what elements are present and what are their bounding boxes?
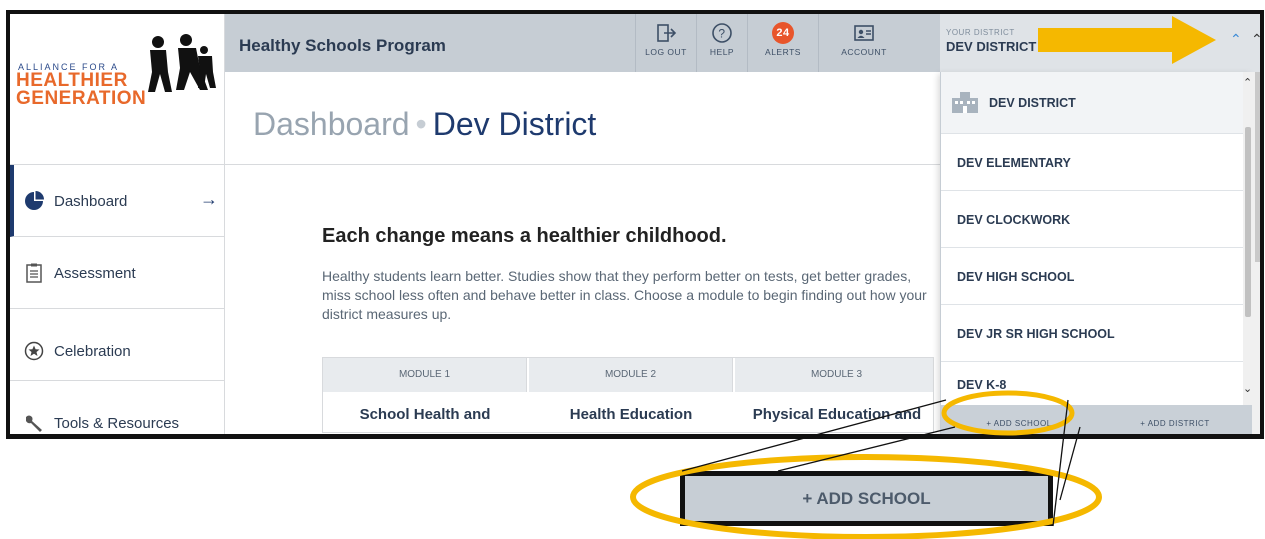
hero-text: Healthy students learn better. Studies s…: [322, 268, 927, 322]
district-dropdown: DEV DISTRICT DEV ELEMENTARY DEV CLOCKWOR…: [940, 72, 1253, 434]
page-title-district: Dev District: [432, 106, 597, 142]
dropdown-item-label: DEV JR SR HIGH SCHOOL: [957, 327, 1115, 341]
dropdown-item-label: DEV HIGH SCHOOL: [957, 270, 1075, 284]
hero-title: Each change means a healthier childhood.: [322, 225, 727, 247]
help-button[interactable]: ? HELP: [697, 14, 747, 72]
logout-button[interactable]: LOG OUT: [636, 14, 696, 72]
chevron-up-icon[interactable]: ⌃: [1230, 31, 1242, 48]
logo[interactable]: ALLIANCE FOR A HEALTHIER GENERATION: [10, 14, 225, 165]
dropdown-item-dev-clockwork[interactable]: DEV CLOCKWORK: [941, 191, 1243, 248]
dropdown-item-dev-high-school[interactable]: DEV HIGH SCHOOL: [941, 248, 1243, 305]
dropdown-item-label: DEV DISTRICT: [989, 96, 1076, 110]
page-scrollbar[interactable]: [1252, 72, 1260, 434]
sidebar-item-label: Celebration: [54, 343, 131, 360]
module-1-title[interactable]: School Health and: [323, 406, 527, 423]
account-label: ACCOUNT: [841, 47, 887, 57]
scroll-up-icon[interactable]: ⌃: [1243, 76, 1252, 89]
app-window: ALLIANCE FOR A HEALTHIER GENERATION Heal…: [6, 10, 1264, 439]
zoom-callout-box: + ADD SCHOOL: [680, 471, 1053, 526]
zoom-add-school-label: + ADD SCHOOL: [802, 489, 931, 508]
dropdown-item-dev-k8[interactable]: DEV K-8: [941, 362, 1243, 405]
dropdown-item-label: DEV K-8: [957, 378, 1007, 392]
scroll-down-icon[interactable]: ⌄: [1243, 382, 1252, 395]
program-title: Healthy Schools Program: [239, 36, 446, 55]
logout-label: LOG OUT: [645, 47, 687, 57]
sidebar-item-tools-resources[interactable]: Tools & Resources: [10, 381, 225, 434]
page-header: Dashboard • Dev District: [225, 72, 940, 165]
add-district-button[interactable]: + ADD DISTRICT: [1097, 405, 1253, 434]
help-icon: ?: [712, 23, 732, 43]
help-label: HELP: [709, 47, 735, 57]
district-selector[interactable]: YOUR DISTRICT DEV DISTRICT ⌃ ⌃: [940, 14, 1260, 72]
module-3-header: MODULE 3: [735, 358, 933, 392]
alerts-label: ALERTS: [765, 47, 801, 57]
wrench-icon: [26, 415, 42, 432]
district-caption: YOUR DISTRICT: [946, 28, 1015, 37]
sidebar-item-label: Tools & Resources: [54, 415, 180, 432]
dropdown-item-dev-district[interactable]: DEV DISTRICT: [941, 72, 1243, 134]
module-2-title[interactable]: Health Education: [529, 406, 733, 423]
dropdown-item-dev-elementary[interactable]: DEV ELEMENTARY: [941, 134, 1243, 191]
page-scroll-thumb[interactable]: [1255, 72, 1260, 262]
logo-wordmark: HEALTHIER GENERATION: [16, 71, 147, 109]
page-title-prefix: Dashboard: [253, 106, 410, 142]
add-school-button[interactable]: + ADD SCHOOL: [941, 405, 1097, 434]
module-2-header: MODULE 2: [529, 358, 733, 392]
dropdown-item-label: DEV ELEMENTARY: [957, 156, 1071, 170]
sidebar-item-assessment[interactable]: Assessment: [10, 237, 225, 309]
sidebar-item-celebration[interactable]: Celebration: [10, 309, 225, 381]
arrow-right-icon: →: [200, 189, 218, 209]
dropdown-item-dev-jr-sr-high-school[interactable]: DEV JR SR HIGH SCHOOL: [941, 305, 1243, 362]
alerts-count-badge: 24: [772, 22, 794, 44]
page-scroll-up-icon[interactable]: ⌃: [1251, 31, 1260, 48]
logout-icon: [657, 24, 677, 42]
dropdown-scroll-thumb[interactable]: [1245, 127, 1251, 317]
account-button[interactable]: ACCOUNT: [819, 14, 909, 72]
module-3-title[interactable]: Physical Education and: [735, 406, 933, 423]
district-name: DEV DISTRICT: [946, 39, 1037, 54]
svg-text:?: ?: [718, 27, 725, 41]
clipboard-icon: [26, 263, 42, 283]
star-circle-icon: [24, 341, 44, 361]
sidebar: Dashboard → Assessment Celebration Tools…: [10, 165, 225, 434]
page-title: Dashboard • Dev District: [253, 106, 596, 143]
logo-line-generation: GENERATION: [16, 88, 147, 109]
module-1-header: MODULE 1: [323, 358, 527, 392]
sidebar-item-label: Dashboard: [54, 193, 128, 210]
title-separator: •: [415, 106, 427, 142]
top-bar: Healthy Schools Program LOG OUT ? HELP 2…: [225, 14, 940, 72]
modules-table: MODULE 1 MODULE 2 MODULE 3 School Health…: [322, 357, 934, 433]
children-figures-icon: [148, 34, 216, 92]
sidebar-item-label: Assessment: [54, 265, 136, 282]
dropdown-item-label: DEV CLOCKWORK: [957, 213, 1071, 227]
school-building-icon: [952, 92, 978, 113]
dropdown-footer: + ADD SCHOOL + ADD DISTRICT: [941, 405, 1253, 434]
pie-chart-icon: [25, 191, 44, 210]
account-icon: [854, 25, 874, 41]
alerts-button[interactable]: 24 ALERTS: [748, 14, 818, 72]
sidebar-item-dashboard[interactable]: Dashboard →: [10, 165, 225, 237]
